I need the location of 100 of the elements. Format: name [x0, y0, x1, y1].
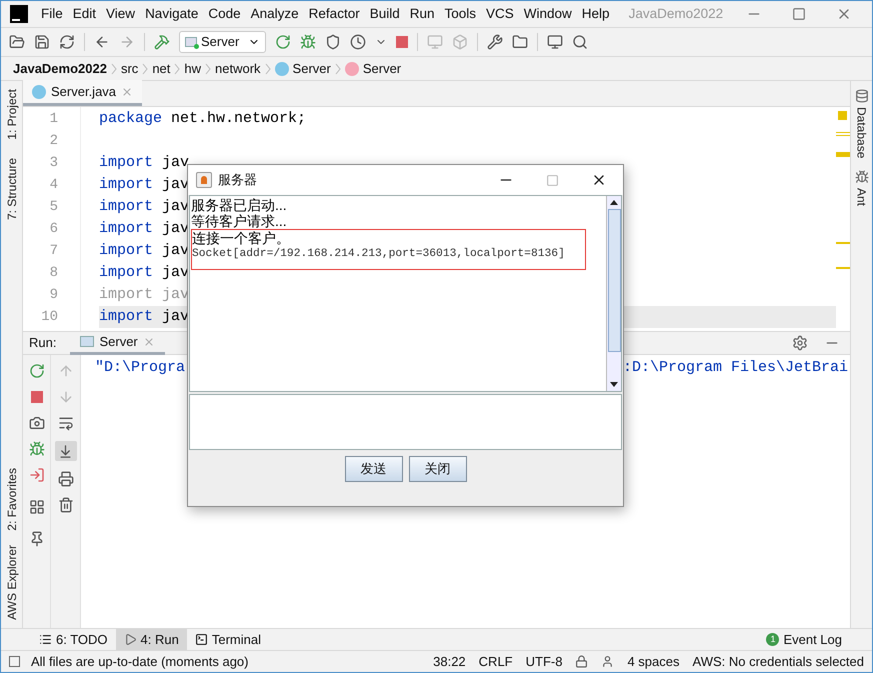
back-icon[interactable] [94, 34, 110, 50]
camera-icon[interactable] [28, 415, 44, 431]
menu-item[interactable]: Build [364, 4, 405, 24]
dialog-button[interactable]: 发送 [344, 456, 402, 482]
line-number: 10 [40, 308, 59, 327]
menu-item[interactable]: Tools [440, 4, 482, 24]
tool-window-tab[interactable]: AWS Explorer [2, 545, 20, 620]
settings-icon[interactable] [792, 335, 808, 351]
breadcrumb-item[interactable]: src [120, 58, 138, 78]
open-folder-icon[interactable] [9, 34, 25, 50]
layout-icon[interactable] [28, 499, 44, 515]
list-icon [39, 633, 52, 646]
ant-icon[interactable] [854, 170, 868, 184]
event-count-badge: 1 [766, 633, 780, 646]
warning-marker[interactable] [836, 242, 850, 244]
event-log-tab[interactable]: Event Log [783, 630, 842, 650]
log-line: 服务器已启动... [191, 197, 288, 213]
pin-icon[interactable] [28, 531, 44, 547]
rerun-icon[interactable] [275, 34, 291, 50]
window-title: JavaDemo2022 [628, 4, 724, 23]
chevron-icon [334, 62, 341, 74]
dialog-button[interactable]: 关闭 [408, 456, 466, 482]
breadcrumb-item[interactable]: Server [362, 58, 402, 78]
sync-icon[interactable] [59, 34, 75, 50]
input-field[interactable] [189, 394, 622, 450]
menu-item[interactable]: Code [203, 4, 246, 24]
database-icon[interactable] [854, 89, 868, 103]
indent-setting[interactable]: 4 spaces [627, 652, 680, 672]
run-label: Run: [29, 334, 56, 352]
caret-position[interactable]: 38:22 [433, 652, 466, 672]
scrollbar[interactable] [606, 196, 621, 391]
window-icon[interactable] [547, 34, 563, 50]
menu-item[interactable]: Navigate [140, 4, 204, 24]
tool-tab[interactable]: 6: TODO [31, 628, 116, 650]
line-number: 2 [48, 132, 59, 151]
shield-icon[interactable] [325, 34, 341, 50]
stop-icon[interactable] [30, 391, 42, 403]
warning-marker[interactable] [836, 267, 850, 269]
warning-marker[interactable] [836, 152, 850, 157]
exit-icon[interactable] [28, 467, 44, 483]
tool-window-tab[interactable]: 2: Favorites [2, 468, 20, 532]
editor-tab[interactable]: Server.java [23, 80, 142, 106]
trash-icon[interactable] [58, 497, 74, 513]
menu-item[interactable]: Help [576, 4, 615, 24]
rerun-icon[interactable] [28, 363, 44, 379]
folder-icon[interactable] [512, 34, 528, 50]
tool-window-tab[interactable]: 7: Structure [2, 158, 20, 220]
status-icon[interactable] [9, 656, 20, 667]
chevron-icon [264, 62, 271, 74]
wrench-icon[interactable] [487, 34, 503, 50]
menu-item[interactable]: Window [518, 4, 577, 24]
console-text: :D:\Program Files\JetBrai [622, 358, 848, 378]
breadcrumb-item[interactable]: hw [184, 58, 202, 78]
play-icon [124, 633, 137, 646]
line-number: 1 [48, 110, 59, 129]
save-icon[interactable] [34, 34, 50, 50]
menu-item[interactable]: Analyze [246, 4, 304, 24]
tool-tab[interactable]: Terminal [186, 628, 269, 650]
menu-item[interactable]: Refactor [304, 4, 365, 24]
line-number: 8 [48, 264, 59, 283]
scroll-up-icon[interactable] [610, 200, 618, 205]
class-icon [274, 62, 289, 76]
run-config-dropdown[interactable]: Server [179, 31, 266, 53]
wrap-icon[interactable] [58, 415, 74, 431]
maximize-icon[interactable] [792, 7, 806, 21]
chevron-icon [174, 62, 180, 74]
menu-item[interactable]: View [101, 4, 140, 24]
java-icon [196, 172, 212, 188]
breadcrumb-item[interactable]: Server [292, 58, 331, 78]
encoding[interactable]: UTF-8 [526, 652, 562, 672]
search-icon[interactable] [572, 34, 588, 50]
clock-icon[interactable] [350, 34, 366, 50]
lock-icon[interactable] [575, 655, 588, 668]
method-icon [344, 62, 359, 76]
tool-window-tab[interactable]: 1: Project [2, 89, 20, 140]
hammer-icon[interactable] [154, 34, 170, 50]
line-number: 5 [48, 198, 59, 217]
tool-window-tab[interactable]: Database [852, 107, 870, 158]
menu-item[interactable]: File [36, 4, 68, 24]
line-number: 9 [48, 286, 59, 305]
tool-window-tab[interactable]: Ant [852, 188, 870, 206]
bug-icon[interactable] [28, 441, 44, 457]
menu-item[interactable]: Run [404, 4, 440, 24]
menu-item[interactable]: Edit [68, 4, 102, 24]
printer-icon[interactable] [58, 471, 74, 487]
status-message: All files are up-to-date (moments ago) [31, 652, 248, 671]
menu-item[interactable]: VCS [481, 4, 519, 24]
scroll-down-icon[interactable] [610, 382, 618, 387]
breadcrumb-item[interactable]: net [152, 58, 170, 78]
breadcrumb-item[interactable]: network [215, 58, 261, 78]
scroll-to-end-button[interactable] [54, 441, 76, 461]
line-separator[interactable]: CRLF [478, 652, 513, 672]
warning-marker[interactable] [838, 111, 847, 120]
line-number: 3 [48, 154, 59, 173]
tool-tab[interactable]: 4: Run [116, 628, 187, 650]
aws-status[interactable]: AWS: No credentials selected [692, 652, 864, 672]
warning-marker[interactable] [836, 132, 850, 136]
breadcrumb-item[interactable]: JavaDemo2022 [13, 58, 107, 78]
bug-icon[interactable] [300, 34, 316, 50]
line-number: 6 [48, 220, 59, 239]
